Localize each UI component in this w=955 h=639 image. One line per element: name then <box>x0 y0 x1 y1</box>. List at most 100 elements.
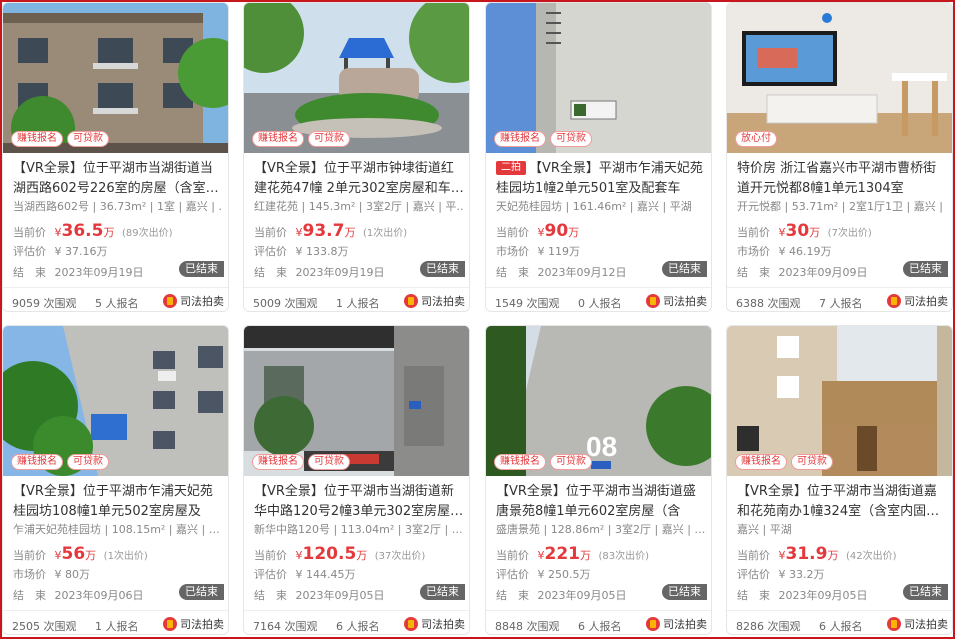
reference-price-row: 评估价 ¥ 250.5万 <box>496 566 591 582</box>
price-unit: 万 <box>580 549 591 562</box>
reference-price-row: 市场价 ¥ 46.19万 <box>737 243 832 259</box>
listing-title[interactable]: 特价房 浙江省嘉兴市平湖市曹桥街道开元悦都8幢1单元1304室 <box>737 159 947 199</box>
listing-card[interactable]: 赚钱报名 可贷款 【VR全景】位于平湖市钟埭街道红建花苑47幢 2单元302室房屋… <box>243 2 470 312</box>
listing-title-text[interactable]: 【VR全景】位于平湖市当湖街道当湖西路602号226室的房屋（含室… <box>13 161 219 196</box>
listing-card[interactable]: 08 赚钱报名 可贷款 【VR全景】位于平湖市当湖街道盛唐景苑8幢1单元602室房… <box>485 325 712 635</box>
signup-count: 6 人报名 <box>578 620 622 633</box>
reference-price: ¥ 144.45万 <box>295 568 356 581</box>
source-label: 司法拍卖 <box>663 295 707 308</box>
current-price-label: 当前价 <box>254 549 287 562</box>
source-label: 司法拍卖 <box>180 618 224 631</box>
end-time-row: 结 束 2023年09月19日 <box>254 264 385 280</box>
listing-title[interactable]: 【VR全景】位于平湖市乍浦天妃苑桂园坊108幢1单元502室房屋及车… <box>13 482 223 522</box>
gavel-icon <box>163 294 177 308</box>
source-link[interactable]: 司法拍卖 <box>163 616 224 632</box>
listing-card[interactable]: 赚钱报名 可贷款 【VR全景】位于平湖市当湖街道当湖西路602号226室的房屋（含… <box>2 2 229 312</box>
listing-title[interactable]: 【VR全景】位于平湖市当湖街道嘉和花苑南办1幢324室（含室内固… <box>737 482 947 522</box>
end-time-row: 结 束 2023年09月05日 <box>254 587 385 603</box>
listing-title[interactable]: 【VR全景】位于平湖市当湖街道新华中路120号2幢3单元302室房屋… <box>254 482 464 522</box>
listing-title-text[interactable]: 【VR全景】位于平湖市当湖街道盛唐景苑8幢1单元602室房屋（含室… <box>496 484 696 522</box>
current-price-row: 当前价 ¥90万 <box>496 221 583 241</box>
reference-price: ¥ 250.5万 <box>537 568 591 581</box>
signup-count: 1 人报名 <box>336 297 380 310</box>
source-label: 司法拍卖 <box>663 618 707 631</box>
listing-title-text[interactable]: 【VR全景】位于平湖市乍浦天妃苑桂园坊108幢1单元502室房屋及车… <box>13 484 213 522</box>
end-date: 2023年09月05日 <box>778 589 868 602</box>
reference-price-row: 评估价 ¥ 33.2万 <box>737 566 825 582</box>
current-price-label: 当前价 <box>496 226 529 239</box>
listing-title[interactable]: 【VR全景】位于平湖市当湖街道当湖西路602号226室的房屋（含室… <box>13 159 223 199</box>
bid-count: (42次出价) <box>845 551 897 562</box>
reference-price-row: 市场价 ¥ 119万 <box>496 243 580 259</box>
source-link[interactable]: 司法拍卖 <box>646 293 707 309</box>
listing-card[interactable]: 赚钱报名 可贷款 【VR全景】位于平湖市乍浦天妃苑桂园坊108幢1单元502室房屋… <box>2 325 229 635</box>
view-count: 5009 次围观 <box>253 297 318 310</box>
listing-title-text[interactable]: 【VR全景】位于平湖市当湖街道新华中路120号2幢3单元302室房屋… <box>254 484 463 519</box>
price-unit: 万 <box>344 226 356 239</box>
current-price-row: 当前价 ¥93.7万 (1次出价) <box>254 221 407 241</box>
source-link[interactable]: 司法拍卖 <box>887 616 948 632</box>
listing-tag: 放心付 <box>735 131 777 147</box>
price-value: 31.9 <box>785 544 828 564</box>
tag-list: 赚钱报名 可贷款 <box>494 131 592 147</box>
end-time-label: 结 束 <box>737 266 770 279</box>
current-price-label: 当前价 <box>13 549 46 562</box>
reference-price-row: 市场价 ¥ 80万 <box>13 566 90 582</box>
listing-title[interactable]: 二拍【VR全景】平湖市乍浦天妃苑桂园坊1幢2单元501室及配套车库… <box>496 159 706 199</box>
current-price-label: 当前价 <box>737 549 770 562</box>
reference-price: ¥ 46.19万 <box>778 245 832 258</box>
current-price-row: 当前价 ¥31.9万 (42次出价) <box>737 544 896 564</box>
listing-title-text[interactable]: 【VR全景】平湖市乍浦天妃苑桂园坊1幢2单元501室及配套车库… <box>496 161 703 199</box>
listing-title-text[interactable]: 【VR全景】位于平湖市当湖街道嘉和花苑南办1幢324室（含室内固… <box>737 484 939 519</box>
gavel-icon <box>404 617 418 631</box>
listing-title-text[interactable]: 【VR全景】位于平湖市钟埭街道红建花苑47幢 2单元302室房屋和车… <box>254 161 464 196</box>
gavel-icon <box>887 617 901 631</box>
listing-summary: 嘉兴 | 平湖 <box>737 523 792 536</box>
reference-price: ¥ 119万 <box>537 245 581 258</box>
reference-price-label: 评估价 <box>254 245 287 258</box>
end-time-label: 结 束 <box>13 266 46 279</box>
gavel-icon <box>887 294 901 308</box>
listing-tag: 赚钱报名 <box>252 454 304 470</box>
listing-card[interactable]: 赚钱报名 可贷款 【VR全景】位于平湖市当湖街道新华中路120号2幢3单元302室… <box>243 325 470 635</box>
listing-title-text[interactable]: 特价房 浙江省嘉兴市平湖市曹桥街道开元悦都8幢1单元1304室 <box>737 161 936 196</box>
listing-summary: 天妃苑桂园坊 | 161.46m² | 嘉兴 | 平湖 <box>496 200 692 213</box>
ended-status-badge: 已结束 <box>903 584 948 600</box>
price-value: 93.7 <box>302 221 345 241</box>
listing-tag: 可贷款 <box>550 131 592 147</box>
gavel-icon <box>646 617 660 631</box>
current-price-row: 当前价 ¥56万 (1次出价) <box>13 544 148 564</box>
view-count: 8848 次围观 <box>495 620 560 633</box>
current-price: ¥36.5万 <box>54 221 115 241</box>
listing-title[interactable]: 【VR全景】位于平湖市当湖街道盛唐景苑8幢1单元602室房屋（含室… <box>496 482 706 522</box>
listing-card[interactable]: 赚钱报名 可贷款 【VR全景】位于平湖市当湖街道嘉和花苑南办1幢324室（含室内固… <box>726 325 953 635</box>
end-time-row: 结 束 2023年09月09日 <box>737 264 868 280</box>
current-price: ¥30万 <box>778 221 821 241</box>
bid-count: (7次出价) <box>827 228 872 239</box>
price-unit: 万 <box>568 226 580 239</box>
view-count: 7164 次围观 <box>253 620 318 633</box>
tag-list: 赚钱报名 可贷款 <box>252 131 350 147</box>
current-price: ¥56万 <box>54 544 97 564</box>
listing-title[interactable]: 【VR全景】位于平湖市钟埭街道红建花苑47幢 2单元302室房屋和车… <box>254 159 464 199</box>
tag-list: 赚钱报名 可贷款 <box>252 454 350 470</box>
source-link[interactable]: 司法拍卖 <box>404 293 465 309</box>
signup-count: 5 人报名 <box>95 297 139 310</box>
end-time-row: 结 束 2023年09月05日 <box>496 587 627 603</box>
ended-status-badge: 已结束 <box>662 261 707 277</box>
ended-status-badge: 已结束 <box>179 584 224 600</box>
reference-price-label: 评估价 <box>13 245 46 258</box>
price-value: 221 <box>544 544 581 564</box>
listing-card[interactable]: 放心付 特价房 浙江省嘉兴市平湖市曹桥街道开元悦都8幢1单元1304室 开元悦都… <box>726 2 953 312</box>
bid-count: (37次出价) <box>374 551 426 562</box>
price-unit: 万 <box>827 549 839 562</box>
listing-tag: 赚钱报名 <box>494 454 546 470</box>
listing-tag: 可贷款 <box>67 131 109 147</box>
source-label: 司法拍卖 <box>904 618 948 631</box>
listing-card[interactable]: 赚钱报名 可贷款 二拍 【VR全景】平湖市乍浦天妃苑桂园坊1幢2单元501室及配套车… <box>485 2 712 312</box>
source-link[interactable]: 司法拍卖 <box>887 293 948 309</box>
source-link[interactable]: 司法拍卖 <box>404 616 465 632</box>
source-link[interactable]: 司法拍卖 <box>163 293 224 309</box>
listing-grid: 赚钱报名 可贷款 【VR全景】位于平湖市当湖街道当湖西路602号226室的房屋（含… <box>2 2 953 637</box>
source-link[interactable]: 司法拍卖 <box>646 616 707 632</box>
